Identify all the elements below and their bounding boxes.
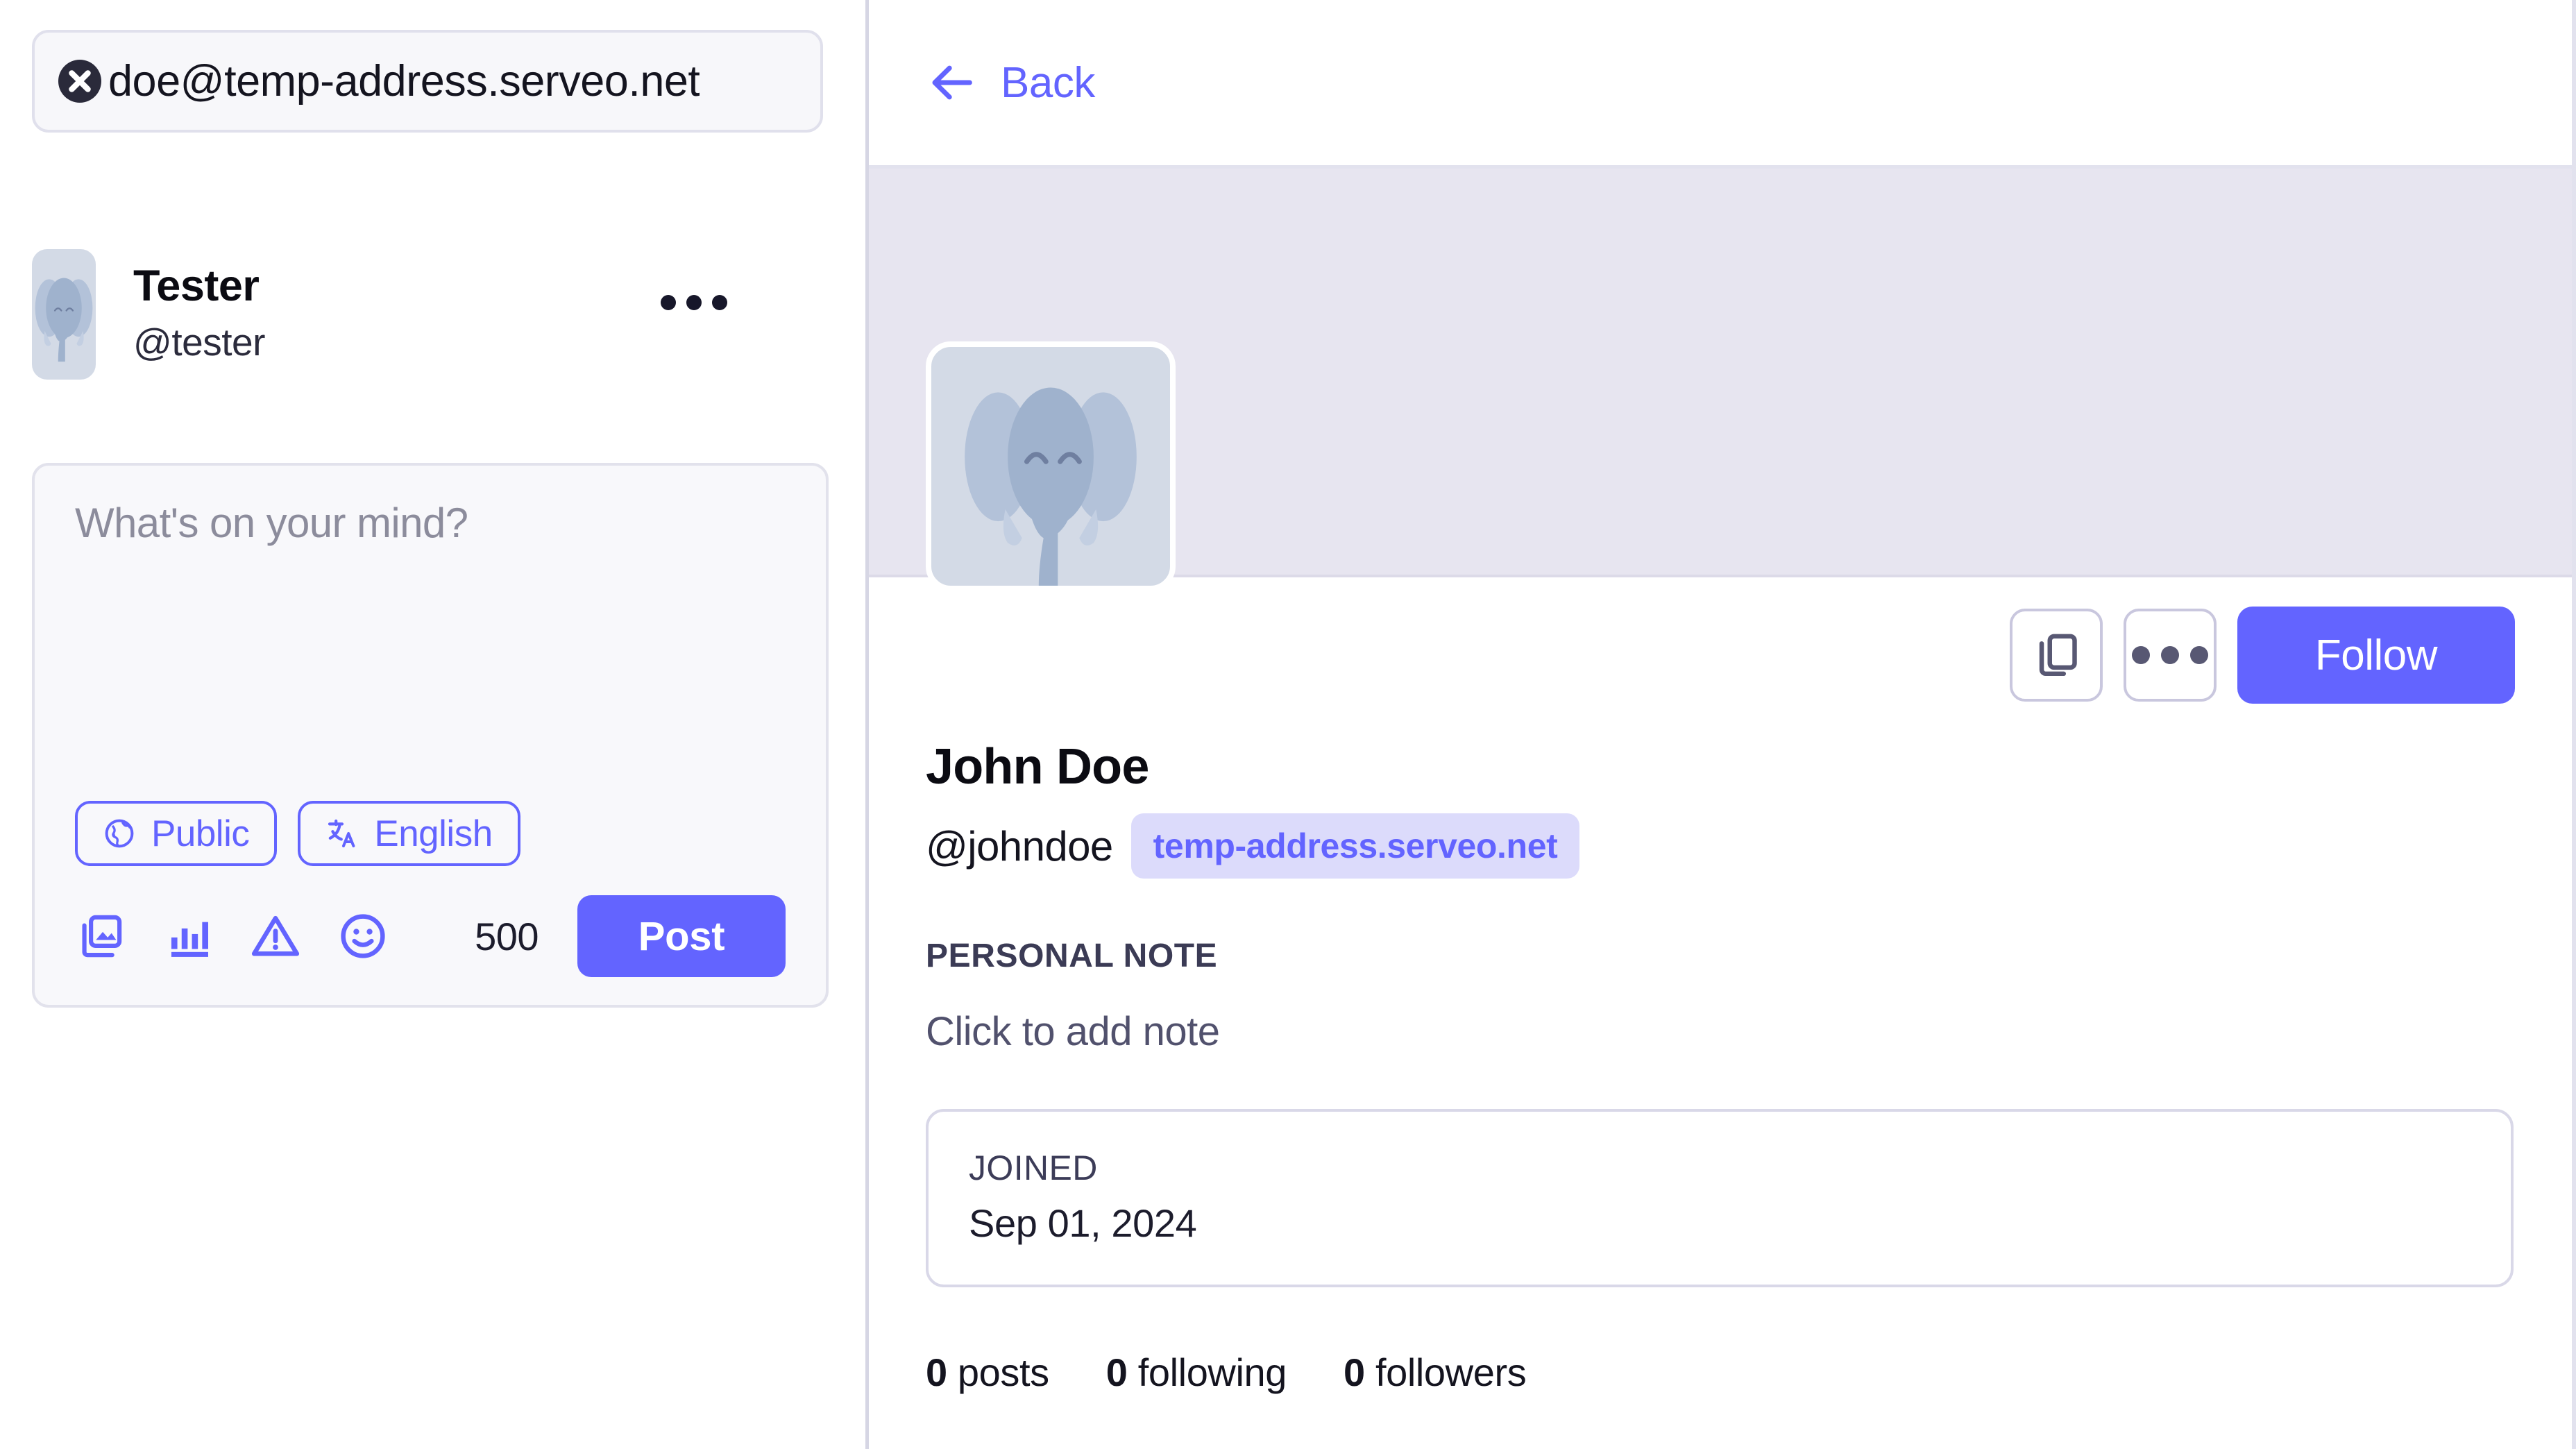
app-root: doe@temp-address.serveo.net Tester @test… — [0, 0, 2576, 1449]
more-horizontal-icon — [2132, 646, 2208, 664]
translate-icon — [325, 817, 359, 850]
back-label: Back — [1001, 58, 1095, 107]
stat-followers[interactable]: 0 followers — [1344, 1350, 1527, 1395]
search-input[interactable]: doe@temp-address.serveo.net — [32, 30, 823, 133]
profile-header-bar: Back — [869, 0, 2572, 169]
profile-stats: 0 posts 0 following 0 followers — [926, 1350, 2515, 1395]
arrow-left-icon — [926, 56, 978, 109]
back-button[interactable]: Back — [926, 56, 1095, 109]
profile-more-button[interactable] — [2124, 609, 2217, 702]
language-label: English — [374, 813, 493, 854]
search-field-wrapper: doe@temp-address.serveo.net — [32, 30, 823, 133]
joined-label: JOINED — [969, 1149, 1098, 1187]
stat-posts-count: 0 — [926, 1350, 947, 1394]
add-poll-icon[interactable] — [162, 910, 214, 962]
composer-panel: What's on your mind? Public English 500 … — [32, 463, 829, 1008]
stat-followers-label: followers — [1375, 1350, 1527, 1394]
composer-tool-icons — [75, 910, 389, 962]
copy-link-icon — [2031, 629, 2082, 681]
account-text: Tester @tester — [133, 262, 265, 367]
profile-handle-row: @johndoe temp-address.serveo.net — [926, 813, 2515, 879]
visibility-label: Public — [151, 813, 250, 854]
follow-button[interactable]: Follow — [2237, 607, 2515, 704]
stat-following-label: following — [1137, 1350, 1287, 1394]
stat-following-count: 0 — [1105, 1350, 1128, 1394]
visibility-selector[interactable]: Public — [75, 801, 278, 866]
language-selector[interactable]: English — [298, 801, 520, 866]
joined-card: JOINED Sep 01, 2024 — [926, 1109, 2514, 1287]
search-input-value: doe@temp-address.serveo.net — [108, 57, 700, 105]
profile-details: Follow John Doe @johndoe temp-address.se… — [869, 341, 2572, 1055]
stat-posts-label: posts — [957, 1350, 1049, 1394]
emoji-icon[interactable] — [337, 910, 389, 962]
joined-date: Sep 01, 2024 — [969, 1201, 1197, 1245]
dot — [2132, 646, 2150, 664]
profile-stats-wrapper: 0 posts 0 following 0 followers — [869, 1350, 2572, 1395]
profile-avatar-wrapper — [926, 341, 1176, 591]
avatar — [32, 249, 96, 380]
account-display-name: Tester — [133, 261, 260, 310]
account-more-button[interactable] — [661, 295, 727, 310]
dot — [2190, 646, 2208, 664]
composer-actions: 500 Post — [75, 895, 786, 977]
composer-spacer — [75, 546, 786, 801]
profile-handle: @johndoe — [926, 822, 1113, 870]
globe-icon — [103, 817, 136, 850]
profile-column: Back Follow John Doe @johndoe temp-addre… — [869, 0, 2576, 1449]
account-handle: @tester — [133, 320, 265, 364]
sidebar-column: doe@temp-address.serveo.net Tester @test… — [0, 0, 869, 1449]
composer-textarea[interactable]: What's on your mind? — [75, 500, 786, 546]
profile-display-name: John Doe — [926, 739, 1149, 795]
stat-followers-count: 0 — [1344, 1350, 1365, 1394]
personal-note-input[interactable]: Click to add note — [926, 1008, 2515, 1055]
composer-option-pills: Public English — [75, 801, 786, 866]
personal-note-label: PERSONAL NOTE — [926, 938, 1218, 974]
content-warning-icon[interactable] — [250, 910, 301, 962]
dot — [661, 295, 676, 310]
copy-link-button[interactable] — [2010, 609, 2103, 702]
close-circle-icon[interactable] — [58, 60, 101, 103]
avatar[interactable] — [926, 341, 1176, 591]
dot — [712, 295, 727, 310]
current-account-row[interactable]: Tester @tester — [32, 245, 823, 384]
dot — [2161, 646, 2179, 664]
profile-domain-badge[interactable]: temp-address.serveo.net — [1130, 813, 1580, 879]
character-counter: 500 — [475, 914, 539, 958]
post-button[interactable]: Post — [577, 895, 786, 977]
stat-posts[interactable]: 0 posts — [926, 1350, 1049, 1395]
dot — [686, 295, 702, 310]
stat-following[interactable]: 0 following — [1106, 1350, 1287, 1395]
profile-action-buttons: Follow — [926, 577, 2515, 704]
add-media-icon[interactable] — [75, 910, 126, 962]
